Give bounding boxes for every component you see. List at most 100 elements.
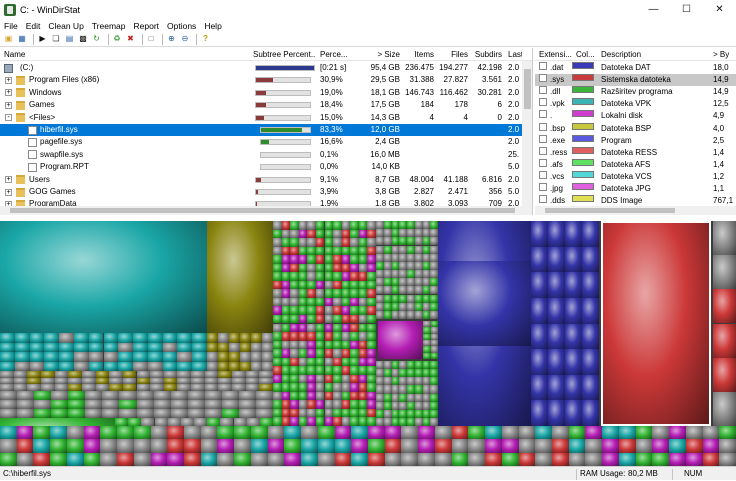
treemap-block[interactable] xyxy=(325,349,334,358)
treemap-block[interactable] xyxy=(268,439,285,452)
treemap-block[interactable] xyxy=(307,306,316,315)
treemap-block[interactable] xyxy=(359,383,368,392)
menu-file[interactable]: File xyxy=(0,21,22,31)
treemap-block[interactable] xyxy=(531,298,548,324)
treemap-block[interactable] xyxy=(55,371,69,378)
treemap-block[interactable] xyxy=(232,378,246,385)
treemap-block[interactable] xyxy=(399,361,407,369)
treemap-block[interactable] xyxy=(359,332,368,341)
treemap-block[interactable] xyxy=(407,369,415,377)
treemap-block[interactable] xyxy=(392,385,400,393)
treemap-block[interactable] xyxy=(273,341,282,350)
treemap-block[interactable] xyxy=(392,221,400,229)
treemap-block[interactable] xyxy=(423,394,431,402)
treemap-block[interactable] xyxy=(325,298,334,307)
treemap-block[interactable] xyxy=(485,426,502,439)
treemap-block[interactable] xyxy=(307,230,316,239)
treemap-block[interactable] xyxy=(27,384,41,391)
expand-collapse-icon[interactable]: + xyxy=(5,102,12,109)
treemap-block[interactable] xyxy=(118,333,133,343)
treemap-block[interactable] xyxy=(342,306,351,315)
treemap-block[interactable] xyxy=(431,353,439,359)
treemap-block[interactable] xyxy=(82,378,96,385)
column-header-color[interactable]: Col... xyxy=(576,48,598,61)
treemap-block[interactable] xyxy=(205,384,219,391)
treemap-block[interactable] xyxy=(333,289,342,298)
treemap-block[interactable] xyxy=(407,377,415,385)
treemap-block[interactable] xyxy=(109,371,123,378)
treemap-block[interactable] xyxy=(342,332,351,341)
treemap-block[interactable] xyxy=(240,352,251,362)
treemap-block[interactable] xyxy=(423,369,431,377)
treemap-block[interactable] xyxy=(582,272,599,298)
treemap-block[interactable] xyxy=(392,418,400,426)
treemap-block[interactable] xyxy=(376,237,384,245)
treemap-block-jpg[interactable] xyxy=(378,321,423,359)
treemap-block[interactable] xyxy=(268,453,285,466)
treemap-block[interactable] xyxy=(367,358,376,367)
treemap-block[interactable] xyxy=(316,289,325,298)
treemap-block[interactable] xyxy=(342,349,351,358)
treemap-block[interactable] xyxy=(368,453,385,466)
treemap-block[interactable] xyxy=(273,247,282,256)
treemap-block[interactable] xyxy=(290,289,299,298)
treemap-block[interactable] xyxy=(418,453,435,466)
treemap-block[interactable] xyxy=(307,221,316,230)
treemap-block[interactable] xyxy=(290,281,299,290)
treemap-block[interactable] xyxy=(316,400,325,409)
treemap-block[interactable] xyxy=(418,439,435,452)
treemap-block[interactable] xyxy=(652,453,669,466)
treemap-block[interactable] xyxy=(333,281,342,290)
treemap-block[interactable] xyxy=(582,324,599,350)
treemap-block[interactable] xyxy=(137,378,151,385)
treemap-block[interactable] xyxy=(273,298,282,307)
treemap-block[interactable] xyxy=(333,400,342,409)
treemap-block[interactable] xyxy=(535,439,552,452)
treemap-block[interactable] xyxy=(171,391,188,400)
treemap-block[interactable] xyxy=(68,409,85,418)
treemap-block[interactable] xyxy=(251,439,268,452)
treemap-block[interactable] xyxy=(218,384,232,391)
treemap-block[interactable] xyxy=(177,378,191,385)
treemap-block[interactable] xyxy=(325,281,334,290)
treemap-block[interactable] xyxy=(290,409,299,418)
treemap-block[interactable] xyxy=(163,343,178,353)
treemap-block[interactable] xyxy=(565,375,582,401)
treemap-block[interactable] xyxy=(100,426,117,439)
treemap-block[interactable] xyxy=(51,409,68,418)
treemap-block[interactable] xyxy=(415,394,423,402)
treemap-block[interactable] xyxy=(531,272,548,298)
treemap-block[interactable] xyxy=(229,352,240,362)
treemap-block[interactable] xyxy=(290,375,299,384)
treemap-block[interactable] xyxy=(686,453,703,466)
treemap-block[interactable] xyxy=(335,439,352,452)
treemap-block[interactable] xyxy=(585,439,602,452)
treemap-block[interactable] xyxy=(299,366,308,375)
treemap-block[interactable] xyxy=(367,272,376,281)
treemap-block[interactable] xyxy=(342,324,351,333)
treemap-block[interactable] xyxy=(392,402,400,410)
treemap-block[interactable] xyxy=(109,378,123,385)
minimize-button[interactable]: — xyxy=(637,0,670,19)
treemap-block[interactable] xyxy=(392,295,400,303)
treemap-block[interactable] xyxy=(415,246,423,254)
treemap-block[interactable] xyxy=(401,453,418,466)
treemap-block[interactable] xyxy=(333,247,342,256)
treemap-block[interactable] xyxy=(299,383,308,392)
treemap-block[interactable] xyxy=(368,426,385,439)
treemap-block[interactable] xyxy=(102,409,119,418)
treemap-block[interactable] xyxy=(367,332,376,341)
treemap-block[interactable] xyxy=(713,358,736,392)
treemap-block[interactable] xyxy=(67,439,84,452)
treemap-block[interactable] xyxy=(367,255,376,264)
treemap-block[interactable] xyxy=(384,246,392,254)
treemap-block[interactable] xyxy=(565,298,582,324)
treemap-block[interactable] xyxy=(359,375,368,384)
treemap-block[interactable] xyxy=(376,303,384,311)
treemap-block[interactable] xyxy=(33,426,50,439)
treemap-block[interactable] xyxy=(430,221,438,229)
treemap-block[interactable] xyxy=(335,426,352,439)
treemap-block[interactable] xyxy=(548,221,565,247)
tree-row[interactable]: hiberfil.sys83,3%12,0 GB2.0 xyxy=(0,124,522,136)
treemap-block[interactable] xyxy=(399,402,407,410)
